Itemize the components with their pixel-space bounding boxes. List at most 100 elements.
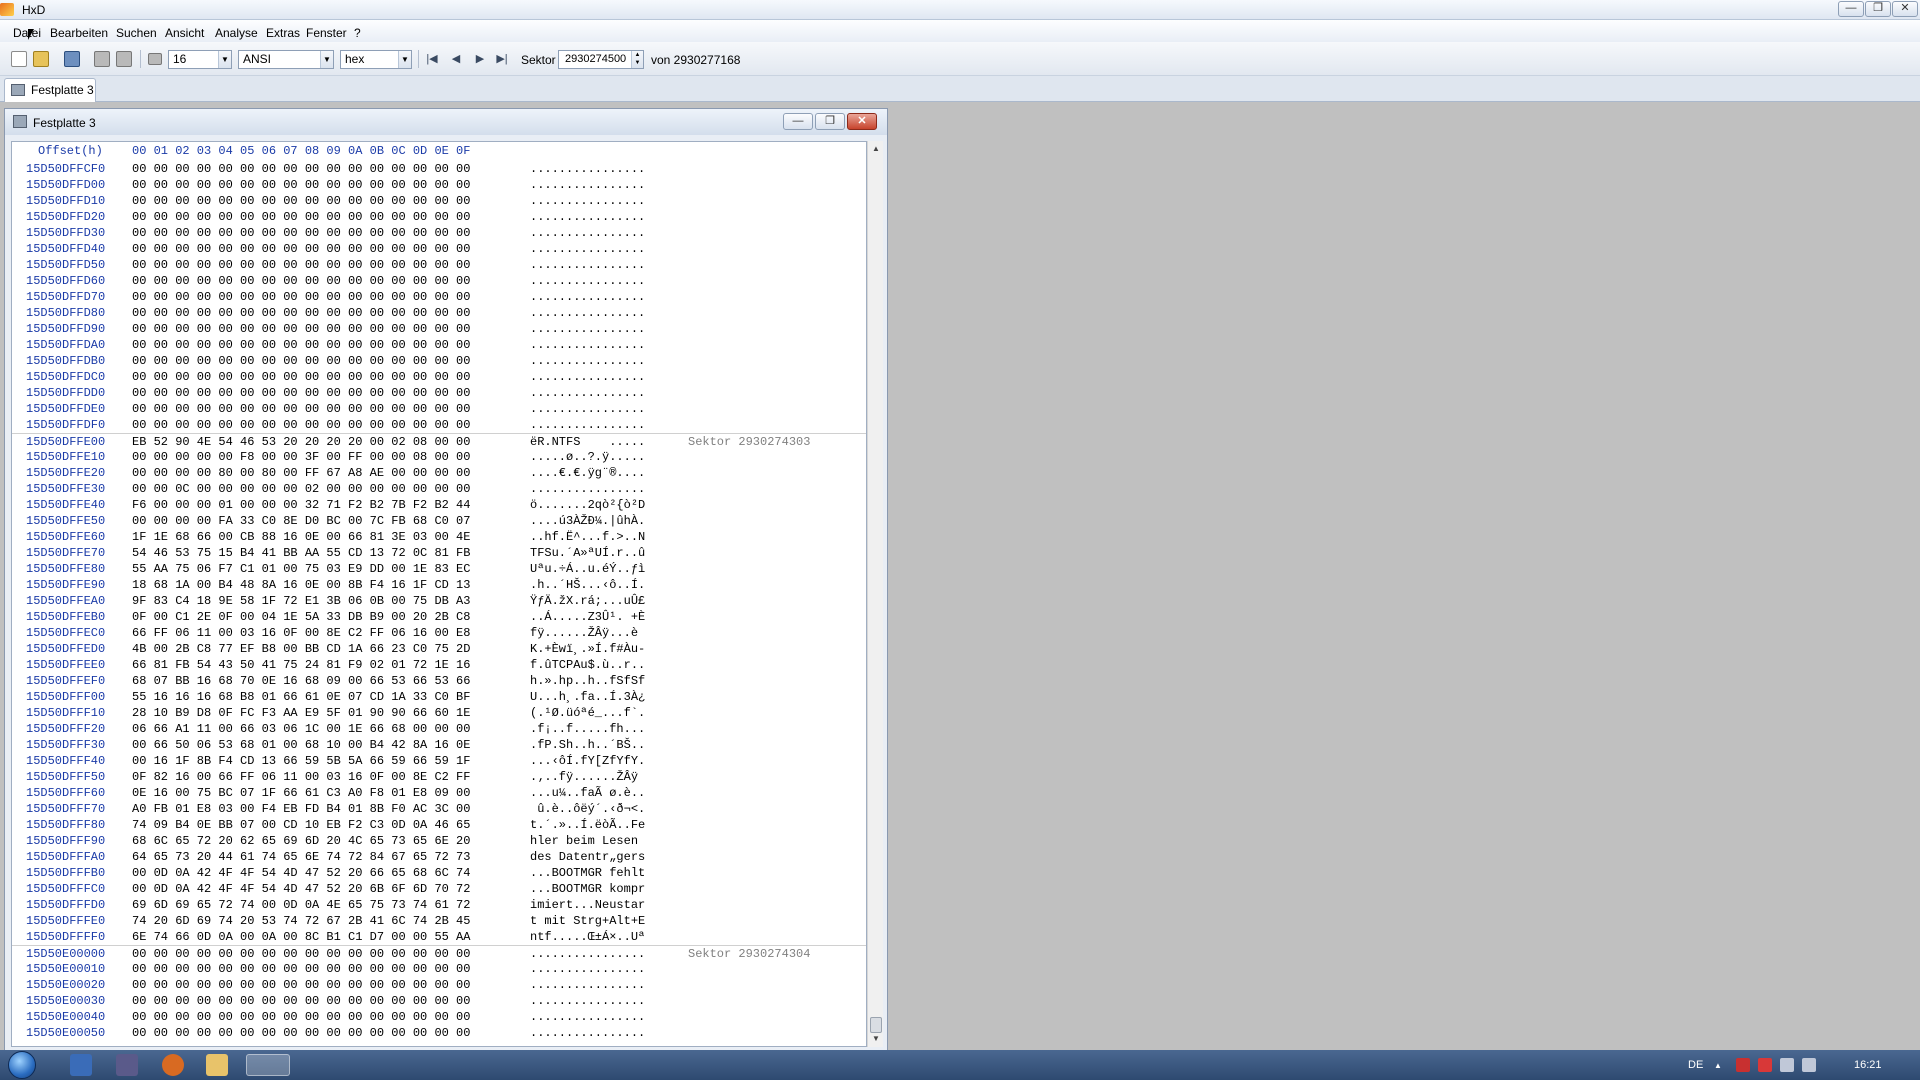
child-minimize-button[interactable]: —: [783, 113, 813, 130]
open-ram-icon[interactable]: [116, 51, 132, 67]
new-file-icon[interactable]: [11, 51, 27, 67]
hex-row[interactable]: 15D50DFFCF0 00 00 00 00 00 00 00 00 00 00…: [12, 161, 866, 177]
shield-icon[interactable]: [1758, 1058, 1772, 1072]
hex-row[interactable]: 15D50DFFEE0 66 81 FB 54 43 50 41 75 24 81…: [12, 657, 866, 673]
hex-row[interactable]: 15D50DFFDB0 00 00 00 00 00 00 00 00 00 00…: [12, 353, 866, 369]
show-hidden-icons-icon[interactable]: ▲: [1714, 1061, 1722, 1070]
prev-sector-icon[interactable]: ◀: [448, 52, 464, 66]
hex-row[interactable]: 15D50DFFE50 00 00 00 00 FA 33 C0 8E D0 BC…: [12, 513, 866, 529]
hex-row[interactable]: 15D50DFFD30 00 00 00 00 00 00 00 00 00 00…: [12, 225, 866, 241]
open-file-icon[interactable]: [33, 51, 49, 67]
hex-row[interactable]: 15D50DFFE40 F6 00 00 00 01 00 00 00 32 71…: [12, 497, 866, 513]
tab-festplatte-3[interactable]: Festplatte 3: [4, 78, 96, 102]
next-sector-icon[interactable]: ▶: [472, 52, 488, 66]
firefox-icon[interactable]: [162, 1054, 184, 1076]
hex-row[interactable]: 15D50DFFE60 1F 1E 68 66 00 CB 88 16 0E 00…: [12, 529, 866, 545]
network-icon[interactable]: [1780, 1058, 1794, 1072]
hex-row[interactable]: 15D50DFFFA0 64 65 73 20 44 61 74 65 6E 74…: [12, 849, 866, 865]
menu-analyse[interactable]: Analyse: [215, 26, 258, 40]
hex-row[interactable]: 15D50DFFE30 00 00 0C 00 00 00 00 00 02 00…: [12, 481, 866, 497]
close-button[interactable]: ✕: [1892, 1, 1918, 17]
hex-row[interactable]: 15D50DFFF20 06 66 A1 11 00 66 03 06 1C 00…: [12, 721, 866, 737]
first-sector-icon[interactable]: |◀: [424, 52, 440, 66]
language-indicator[interactable]: DE: [1688, 1059, 1703, 1071]
maximize-button[interactable]: ❐: [1865, 1, 1891, 17]
hex-row[interactable]: 15D50DFFF30 00 66 50 06 53 68 01 00 68 10…: [12, 737, 866, 753]
hex-row[interactable]: 15D50E00000 00 00 00 00 00 00 00 00 00 00…: [12, 945, 866, 961]
menu-datei[interactable]: Datei: [13, 26, 41, 40]
hex-row[interactable]: 15D50DFFE00 EB 52 90 4E 54 46 53 20 20 20…: [12, 433, 866, 449]
hex-row[interactable]: 15D50DFFE70 54 46 53 75 15 B4 41 BB AA 55…: [12, 545, 866, 561]
vertical-scrollbar[interactable]: ▲ ▼: [867, 141, 883, 1047]
hex-row[interactable]: 15D50DFFF10 28 10 B9 D8 0F FC F3 AA E9 5F…: [12, 705, 866, 721]
hex-row[interactable]: 15D50DFFF40 00 16 1F 8B F4 CD 13 66 59 5B…: [12, 753, 866, 769]
offset-base-select[interactable]: hex ▼: [340, 50, 412, 69]
scroll-down-icon[interactable]: ▼: [868, 1031, 884, 1047]
hex-row[interactable]: 15D50DFFFF0 6E 74 66 0D 0A 00 0A 00 8C B1…: [12, 929, 866, 945]
hex-row[interactable]: 15D50DFFDA0 00 00 00 00 00 00 00 00 00 00…: [12, 337, 866, 353]
hex-row[interactable]: 15D50DFFF80 74 09 B4 0E BB 07 00 CD 10 EB…: [12, 817, 866, 833]
hxd-taskbar-icon[interactable]: [246, 1054, 290, 1076]
open-disk-icon[interactable]: [94, 51, 110, 67]
hex-row[interactable]: 15D50DFFE10 00 00 00 00 00 F8 00 00 3F 00…: [12, 449, 866, 465]
spin-up-icon[interactable]: ▲: [635, 52, 641, 58]
hex-row[interactable]: 15D50DFFE80 55 AA 75 06 F7 C1 01 00 75 03…: [12, 561, 866, 577]
explorer-icon[interactable]: [206, 1054, 228, 1076]
hex-row[interactable]: 15D50DFFFD0 69 6D 69 65 72 74 00 0D 0A 4E…: [12, 897, 866, 913]
sector-input[interactable]: 2930274500 ▲ ▼: [558, 50, 644, 69]
hex-row[interactable]: 15D50DFFD10 00 00 00 00 00 00 00 00 00 00…: [12, 193, 866, 209]
hex-view[interactable]: Offset(h) 00 01 02 03 04 05 06 07 08 09 …: [11, 141, 867, 1047]
hex-row[interactable]: 15D50DFFEA0 9F 83 C4 18 9E 58 1F 72 E1 3B…: [12, 593, 866, 609]
hex-row[interactable]: 15D50DFFD00 00 00 00 00 00 00 00 00 00 00…: [12, 177, 866, 193]
hex-row[interactable]: 15D50DFFD80 00 00 00 00 00 00 00 00 00 00…: [12, 305, 866, 321]
chevron-down-icon[interactable]: ▼: [320, 51, 333, 68]
bytes-per-row-select[interactable]: 16 ▼: [168, 50, 232, 69]
hex-row[interactable]: 15D50E00020 00 00 00 00 00 00 00 00 00 00…: [12, 977, 866, 993]
hex-row[interactable]: 15D50DFFF50 0F 82 16 00 66 FF 06 11 00 03…: [12, 769, 866, 785]
start-button[interactable]: [8, 1051, 36, 1079]
hex-row[interactable]: 15D50DFFD40 00 00 00 00 00 00 00 00 00 00…: [12, 241, 866, 257]
hex-row[interactable]: 15D50DFFDD0 00 00 00 00 00 00 00 00 00 00…: [12, 385, 866, 401]
hex-row[interactable]: 15D50DFFFB0 00 0D 0A 42 4F 4F 54 4D 47 52…: [12, 865, 866, 881]
hex-row[interactable]: 15D50DFFEC0 66 FF 06 11 00 03 16 0F 00 8E…: [12, 625, 866, 641]
hex-row[interactable]: 15D50E00030 00 00 00 00 00 00 00 00 00 00…: [12, 993, 866, 1009]
menu-ansicht[interactable]: Ansicht: [165, 26, 204, 40]
floppy-app-icon[interactable]: [70, 1054, 92, 1076]
hex-row[interactable]: 15D50DFFEF0 68 07 BB 16 68 70 0E 16 68 09…: [12, 673, 866, 689]
hex-row[interactable]: 15D50DFFFE0 74 20 6D 69 74 20 53 74 72 67…: [12, 913, 866, 929]
hex-row[interactable]: 15D50DFFE90 18 68 1A 00 B4 48 8A 16 0E 00…: [12, 577, 866, 593]
spin-down-icon[interactable]: ▼: [635, 60, 641, 66]
save-icon[interactable]: [64, 51, 80, 67]
hex-row[interactable]: 15D50E00010 00 00 00 00 00 00 00 00 00 00…: [12, 961, 866, 977]
minimize-button[interactable]: —: [1838, 1, 1864, 17]
menu-fenster[interactable]: Fenster: [306, 26, 347, 40]
hex-row[interactable]: 15D50DFFD70 00 00 00 00 00 00 00 00 00 00…: [12, 289, 866, 305]
menu-extras[interactable]: Extras: [266, 26, 300, 40]
editor-title-bar[interactable]: Festplatte 3 — ❐ ✕: [5, 109, 887, 135]
scroll-up-icon[interactable]: ▲: [868, 141, 884, 157]
hex-row[interactable]: 15D50E00040 00 00 00 00 00 00 00 00 00 00…: [12, 1009, 866, 1025]
hex-row[interactable]: 15D50DFFEB0 0F 00 C1 2E 0F 00 04 1E 5A 33…: [12, 609, 866, 625]
hex-row[interactable]: 15D50DFFDE0 00 00 00 00 00 00 00 00 00 00…: [12, 401, 866, 417]
hex-row[interactable]: 15D50DFFED0 4B 00 2B C8 77 EF B8 00 BB CD…: [12, 641, 866, 657]
hex-row[interactable]: 15D50DFFDF0 00 00 00 00 00 00 00 00 00 00…: [12, 417, 866, 433]
chevron-down-icon[interactable]: ▼: [398, 51, 411, 68]
hex-row[interactable]: 15D50DFFF00 55 16 16 16 68 B8 01 66 61 0E…: [12, 689, 866, 705]
hex-row[interactable]: 15D50DFFF70 A0 FB 01 E8 03 00 F4 EB FD B4…: [12, 801, 866, 817]
hex-row[interactable]: 15D50DFFF60 0E 16 00 75 BC 07 1F 66 61 C3…: [12, 785, 866, 801]
clock[interactable]: 16:21: [1854, 1059, 1882, 1071]
spin-arrows-icon[interactable]: ▲ ▼: [631, 51, 643, 68]
child-close-button[interactable]: ✕: [847, 113, 877, 130]
hex-row[interactable]: 15D50E00050 00 00 00 00 00 00 00 00 00 00…: [12, 1025, 866, 1041]
hex-row[interactable]: 15D50DFFD60 00 00 00 00 00 00 00 00 00 00…: [12, 273, 866, 289]
hex-row[interactable]: 15D50DFFE20 00 00 00 00 80 00 80 00 FF 67…: [12, 465, 866, 481]
visual-studio-icon[interactable]: [116, 1054, 138, 1076]
hex-row[interactable]: 15D50DFFDC0 00 00 00 00 00 00 00 00 00 00…: [12, 369, 866, 385]
volume-icon[interactable]: [1802, 1058, 1816, 1072]
last-sector-icon[interactable]: ▶|: [494, 52, 510, 66]
menu-help[interactable]: ?: [354, 26, 361, 40]
hex-rows[interactable]: 15D50DFFCF0 00 00 00 00 00 00 00 00 00 00…: [12, 161, 866, 1041]
flag-icon[interactable]: [1736, 1058, 1750, 1072]
menu-suchen[interactable]: Suchen: [116, 26, 157, 40]
charset-select[interactable]: ANSI ▼: [238, 50, 334, 69]
